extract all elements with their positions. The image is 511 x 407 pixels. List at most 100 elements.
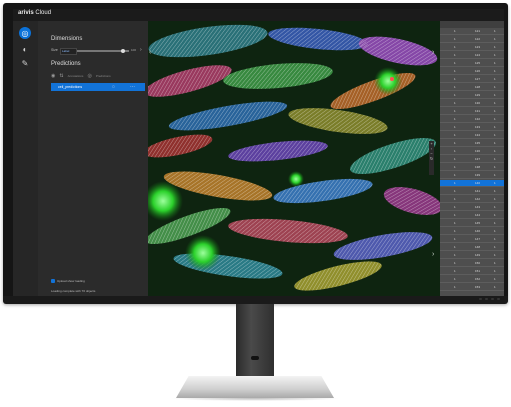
table-row[interactable]: 1 122 1 — [440, 36, 504, 43]
annotate-icon[interactable]: ✎ — [19, 57, 31, 69]
table-row[interactable]: 1 129 1 — [440, 92, 504, 99]
table-row[interactable]: 1 149 1 — [440, 252, 504, 259]
table-row[interactable]: 1 132 1 — [440, 116, 504, 123]
table-cell: 1 — [454, 157, 456, 161]
predictions-heading: Predictions — [51, 61, 81, 67]
icon-sidebar: ◎ ◐ ✎ — [13, 21, 38, 296]
table-cell: 139 — [475, 173, 481, 177]
visibility-icon[interactable]: ◌ — [112, 83, 115, 91]
table-cell: 1 — [454, 61, 456, 65]
loading-option[interactable]: Upload show loading — [51, 279, 85, 283]
expand-icon[interactable]: › — [140, 47, 142, 53]
table-cell: 135 — [475, 141, 481, 145]
table-row[interactable]: 1 126 1 — [440, 68, 504, 75]
table-cell: 125 — [475, 61, 481, 65]
table-cell: 128 — [475, 85, 481, 89]
table-cell: 1 — [454, 229, 456, 233]
next-arrow-icon[interactable]: › — [432, 49, 434, 56]
table-row[interactable]: 1 128 1 — [440, 84, 504, 91]
table-row[interactable]: 1 135 1 — [440, 140, 504, 147]
monitor-photo: arivis Cloud ◎ ◐ ✎ Dimensions Size Label… — [0, 0, 511, 407]
table-cell: 1 — [454, 69, 456, 73]
table-cell: 1 — [454, 101, 456, 105]
scroll-arrow-icon[interactable]: › — [432, 251, 434, 258]
prev-arrow-icon[interactable]: ‹ — [149, 49, 151, 56]
layers-icon[interactable]: ◎ — [19, 27, 31, 39]
rotate-icon[interactable]: ↻ — [429, 156, 434, 161]
table-cell: 1 — [454, 261, 456, 265]
sort-icon[interactable]: ⇅ — [59, 73, 63, 79]
slider-knob[interactable] — [121, 48, 125, 53]
table-row[interactable]: 1 152 1 — [440, 276, 504, 283]
table-cell: 1 — [454, 173, 456, 177]
layers-panel: Dimensions Size Label 100 › Predictions … — [38, 21, 148, 296]
target-icon[interactable]: ◎ — [87, 73, 91, 79]
table-cell: 121 — [475, 29, 481, 33]
table-cell: 1 — [454, 285, 456, 289]
table-row[interactable]: 1 147 1 — [440, 236, 504, 243]
annotations-toggle[interactable]: Annotations — [68, 74, 84, 78]
table-row[interactable]: 1 140 1 — [440, 180, 504, 187]
microscopy-image — [148, 21, 440, 296]
table-cell: 1 — [454, 277, 456, 281]
zoom-control: + ▫ − ↻ — [429, 141, 434, 175]
table-row[interactable]: 1 134 1 — [440, 132, 504, 139]
prediction-item[interactable]: cell_predictions ◌ ⋯ — [51, 83, 145, 91]
table-cell: 151 — [475, 269, 481, 273]
table-row[interactable]: 1 127 1 — [440, 76, 504, 83]
more-icon[interactable]: ⋯ — [130, 83, 135, 91]
table-row[interactable]: 1 139 1 — [440, 172, 504, 179]
size-control: Size Label 100 › — [51, 47, 145, 55]
table-cell: 127 — [475, 77, 481, 81]
table-row[interactable]: 1 144 1 — [440, 212, 504, 219]
table-cell: 1 — [494, 157, 496, 161]
table-cell: 144 — [475, 213, 481, 217]
table-cell: 122 — [475, 37, 481, 41]
predictions-toggle[interactable]: Predictions — [96, 74, 111, 78]
checkbox[interactable] — [51, 279, 55, 283]
table-row[interactable]: 1 136 1 — [440, 148, 504, 155]
table-row[interactable]: 1 121 1 — [440, 28, 504, 35]
table-row[interactable]: 1 125 1 — [440, 60, 504, 67]
table-row[interactable]: 1 124 1 — [440, 52, 504, 59]
table-cell: 1 — [494, 269, 496, 273]
cable-hole — [251, 356, 259, 360]
size-slider[interactable] — [77, 48, 129, 53]
table-row[interactable]: 1 123 1 — [440, 44, 504, 51]
table-cell: 1 — [494, 213, 496, 217]
table-row[interactable]: 1 131 1 — [440, 108, 504, 115]
size-select[interactable]: Label — [60, 48, 77, 55]
table-cell: 1 — [454, 181, 456, 185]
table-cell: 1 — [454, 53, 456, 57]
table-cell: 1 — [494, 61, 496, 65]
table-row[interactable]: 1 150 1 — [440, 260, 504, 267]
image-viewer[interactable]: ‹ › › — [148, 21, 440, 296]
table-row[interactable]: 1 141 1 — [440, 188, 504, 195]
table-cell: 1 — [454, 269, 456, 273]
table-row[interactable]: 1 151 1 — [440, 268, 504, 275]
table-cell: 123 — [475, 45, 481, 49]
table-row[interactable]: 1 133 1 — [440, 124, 504, 131]
table-row[interactable]: 1 142 1 — [440, 196, 504, 203]
table-cell: 138 — [475, 165, 481, 169]
monitor-stand-neck — [236, 304, 274, 382]
table-cell: 1 — [494, 285, 496, 289]
table-cell: 1 — [454, 85, 456, 89]
table-row[interactable]: 1 130 1 — [440, 100, 504, 107]
palette-icon[interactable]: ◐ — [19, 43, 31, 55]
table-row[interactable]: 1 148 1 — [440, 244, 504, 251]
table-row[interactable]: 1 137 1 — [440, 156, 504, 163]
table-cell: 148 — [475, 245, 481, 249]
table-cell: 131 — [475, 109, 481, 113]
table-row[interactable]: 1 138 1 — [440, 164, 504, 171]
table-row[interactable]: 1 145 1 — [440, 220, 504, 227]
table-row[interactable]: 1 143 1 — [440, 204, 504, 211]
table-cell: 153 — [475, 285, 481, 289]
title-bar: arivis Cloud — [13, 9, 504, 21]
eye-icon[interactable]: ◉ — [51, 73, 55, 79]
table-cell: 1 — [494, 189, 496, 193]
table-row[interactable]: 1 146 1 — [440, 228, 504, 235]
table-row[interactable]: 1 153 1 — [440, 284, 504, 291]
table-cell: 1 — [454, 125, 456, 129]
table-cell: 124 — [475, 53, 481, 57]
